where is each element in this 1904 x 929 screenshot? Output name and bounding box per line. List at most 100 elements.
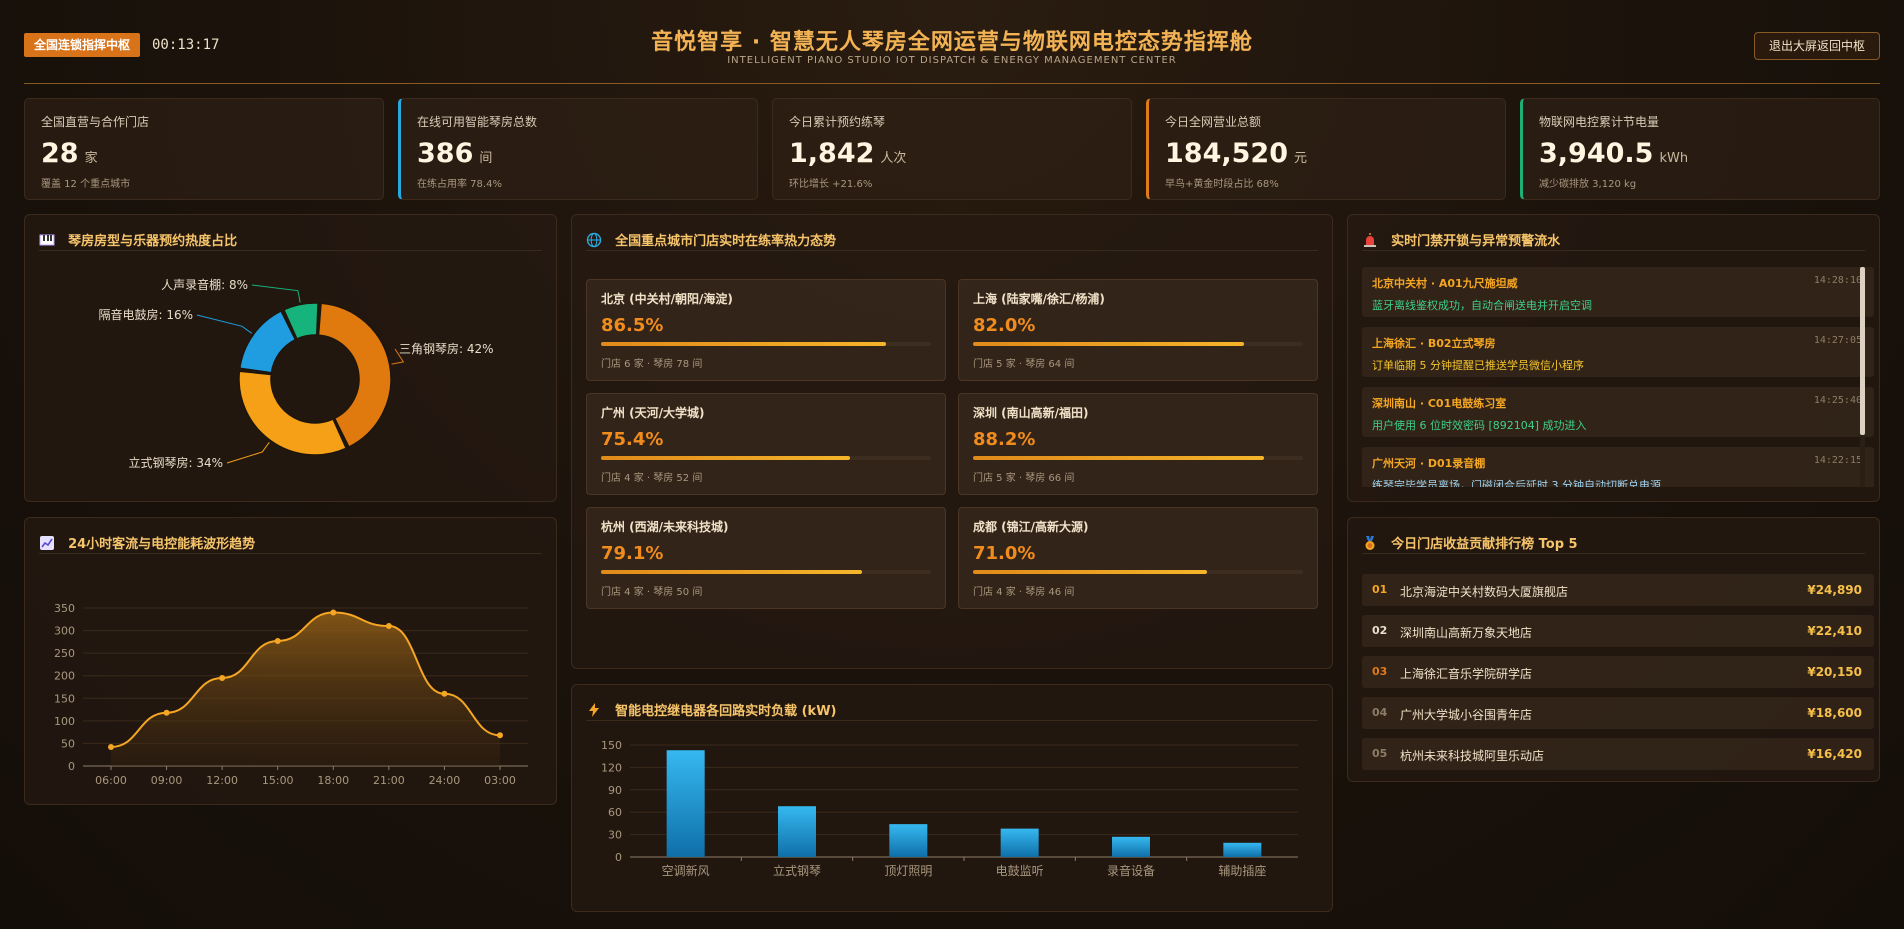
- trend-area: [111, 612, 500, 766]
- city-meta: 门店 5 家 · 琴房 66 间: [973, 473, 1075, 484]
- kpi-value: 28 家: [41, 138, 98, 169]
- heat-panel: 全国重点城市门店实时在练率热力态势 北京 (中关村/朝阳/海淀) 86.5% 门…: [571, 214, 1333, 669]
- trend-point: [219, 674, 226, 681]
- alert-time: 14:22:15: [1813, 455, 1862, 466]
- city-meta: 门店 5 家 · 琴房 64 间: [973, 359, 1075, 370]
- rank-row[interactable]: 01 北京海淀中关村数码大厦旗舰店 ¥24,890: [1362, 574, 1874, 606]
- panel-title: 琴房房型与乐器预约热度占比: [68, 234, 238, 249]
- alert-scrollbar[interactable]: [1860, 267, 1865, 487]
- medal-icon: [1365, 535, 1375, 550]
- city-rate-fill: [973, 342, 1244, 346]
- x-tick-label: 15:00: [262, 774, 294, 787]
- alert-title: 北京中关村 · A01九尺施坦威: [1372, 277, 1518, 290]
- trend-chart: 0 50 100 150 200 250 300 350 06:00 09:00 12:00 15:0…: [54, 602, 528, 787]
- y-tick-label: 120: [601, 761, 622, 774]
- panel-title: 智能电控继电器各回路实时负载 (kW): [615, 704, 837, 719]
- city-rate-bar: [601, 456, 931, 460]
- rank-row[interactable]: 02 深圳南山高新万象天地店 ¥22,410: [1362, 615, 1874, 647]
- city-meta: 门店 4 家 · 琴房 46 间: [973, 587, 1075, 598]
- alert-list[interactable]: 北京中关村 · A01九尺施坦威 14:28:10 蓝牙离线鉴权成功，自动合闸送…: [1362, 267, 1874, 487]
- city-rate-fill: [601, 342, 887, 346]
- x-tick-label: 12:00: [206, 774, 238, 787]
- trend-point: [497, 732, 503, 739]
- rank-row[interactable]: 04 广州大学城小谷围青年店 ¥18,600: [1362, 697, 1874, 729]
- kpi-value: 1,842 人次: [789, 138, 907, 169]
- donut-label: 立式钢琴房: 34%: [128, 455, 223, 470]
- city-card[interactable]: 上海 (陆家嘴/徐汇/杨浦) 82.0% 门店 5 家 · 琴房 64 间: [958, 279, 1318, 381]
- city-rate-bar: [973, 342, 1303, 346]
- x-tick-label: 空调新风: [662, 863, 710, 878]
- city-rate: 88.2%: [973, 429, 1036, 450]
- city-rate-fill: [973, 456, 1265, 460]
- trend-point: [108, 744, 114, 751]
- x-tick-label: 顶灯照明: [884, 864, 932, 878]
- city-card[interactable]: 杭州 (西湖/未来科技城) 79.1% 门店 4 家 · 琴房 50 间: [586, 507, 946, 609]
- kpi-value: 184,520 元: [1165, 138, 1307, 169]
- y-tick-label: 350: [54, 602, 75, 615]
- trend-point: [385, 623, 392, 630]
- trend-point: [441, 690, 448, 697]
- alert-item[interactable]: 北京中关村 · A01九尺施坦威 14:28:10 蓝牙离线鉴权成功，自动合闸送…: [1362, 267, 1874, 317]
- donut-panel: 琴房房型与乐器预约热度占比 三角钢琴房: 42% 立式钢琴房: 34% 隔音电鼓房:…: [24, 214, 557, 502]
- alert-item[interactable]: 上海徐汇 · B02立式琴房 14:27:05 订单临期 5 分钟提醒已推送学员…: [1362, 327, 1874, 377]
- exit-fullscreen-button[interactable]: 退出大屏返回中枢: [1753, 32, 1880, 60]
- relay-bar: [666, 750, 705, 857]
- piano-icon: [39, 234, 55, 245]
- header: 全国连锁指挥中枢 00:13:17 音悦智享 · 智慧无人琴房全网运营与物联网电…: [24, 0, 1880, 84]
- donut-leader-line: [196, 314, 253, 334]
- rank-amount: ¥22,410: [1807, 624, 1862, 638]
- x-tick-label: 24:00: [429, 774, 461, 787]
- city-card[interactable]: 深圳 (南山高新/福田) 88.2% 门店 5 家 · 琴房 66 间: [958, 393, 1318, 495]
- alert-time: 14:27:05: [1813, 335, 1862, 346]
- city-card[interactable]: 北京 (中关村/朝阳/海淀) 86.5% 门店 6 家 · 琴房 78 间: [586, 279, 946, 381]
- alert-item[interactable]: 深圳南山 · C01电鼓练习室 14:25:40 用户使用 6 位时效密码 [8…: [1362, 387, 1874, 437]
- donut-leader-line: [226, 441, 270, 464]
- kpi-note: 覆盖 12 个重点城市: [41, 179, 131, 190]
- city-meta: 门店 4 家 · 琴房 50 间: [601, 587, 703, 598]
- y-tick-label: 90: [608, 784, 622, 797]
- scrollbar-thumb[interactable]: [1860, 267, 1865, 435]
- panel-header: 今日门店收益贡献排行榜 Top 5: [1362, 532, 1865, 554]
- kpi-label: 全国直营与合作门店: [41, 115, 150, 129]
- panel-header: 24小时客流与电控能耗波形趋势: [39, 532, 542, 554]
- city-name: 北京 (中关村/朝阳/海淀): [601, 292, 733, 306]
- alert-panel: 实时门禁开锁与异常预警流水 北京中关村 · A01九尺施坦威 14:28:10 …: [1347, 214, 1880, 502]
- city-rate-fill: [601, 456, 850, 460]
- relay-load-chart: kW 0 30 60 90 120 150 空调新风 立式钢琴 顶灯照明 电鼓监听 录音设备 辅助插座: [601, 729, 1298, 878]
- panel-title: 24小时客流与电控能耗波形趋势: [68, 537, 256, 552]
- rank-row[interactable]: 03 上海徐汇音乐学院研学店 ¥20,150: [1362, 656, 1874, 688]
- relay-bar: [1112, 836, 1150, 857]
- city-name: 广州 (天河/大学城): [601, 406, 705, 420]
- rank-amount: ¥16,420: [1807, 747, 1862, 761]
- kpi-note: 在练占用率 78.4%: [417, 179, 502, 190]
- city-card[interactable]: 广州 (天河/大学城) 75.4% 门店 4 家 · 琴房 52 间: [586, 393, 946, 495]
- kpi-value: 3,940.5 kWh: [1539, 138, 1689, 169]
- alert-message: 蓝牙离线鉴权成功，自动合闸送电并开启空调: [1372, 299, 1592, 312]
- donut-label: 隔音电鼓房: 16%: [98, 307, 193, 322]
- city-meta: 门店 6 家 · 琴房 78 间: [601, 359, 703, 370]
- city-rate: 86.5%: [601, 315, 664, 336]
- rank-amount: ¥24,890: [1807, 583, 1862, 597]
- y-tick-label: 300: [54, 625, 75, 638]
- y-tick-label: 0: [68, 760, 75, 773]
- donut-label: 三角钢琴房: 42%: [399, 341, 494, 356]
- rank-row[interactable]: 05 杭州未来科技城阿里乐动店 ¥16,420: [1362, 738, 1874, 770]
- city-card[interactable]: 成都 (锦江/高新大源) 71.0% 门店 4 家 · 琴房 46 间: [958, 507, 1318, 609]
- city-rate: 79.1%: [601, 543, 664, 564]
- kpi-card-revenue: 今日全网营业总额 184,520 元 早鸟+黄金时段占比 68%: [1146, 98, 1506, 200]
- kpi-label: 在线可用智能琴房总数: [417, 115, 538, 129]
- x-tick-label: 录音设备: [1107, 863, 1155, 878]
- alert-time: 14:28:10: [1813, 275, 1862, 286]
- trend-panel: 24小时客流与电控能耗波形趋势 0 50 100 150 200 250 300 350 06:…: [24, 517, 557, 805]
- kpi-card-bookings: 今日累计预约练琴 1,842 人次 环比增长 +21.6%: [772, 98, 1132, 200]
- city-rate: 82.0%: [973, 315, 1036, 336]
- city-rate-bar: [601, 570, 931, 574]
- kpi-note: 早鸟+黄金时段占比 68%: [1165, 179, 1279, 190]
- trend-point: [330, 609, 337, 616]
- alert-item[interactable]: 广州天河 · D01录音棚 14:22:15 练琴完毕学员离场，门磁闭合后延时 …: [1362, 447, 1874, 487]
- relay-bar: [1223, 842, 1262, 857]
- rank-amount: ¥18,600: [1807, 706, 1862, 720]
- x-tick-label: 18:00: [317, 774, 349, 787]
- alert-time: 14:25:40: [1813, 395, 1862, 406]
- city-rate: 71.0%: [973, 543, 1036, 564]
